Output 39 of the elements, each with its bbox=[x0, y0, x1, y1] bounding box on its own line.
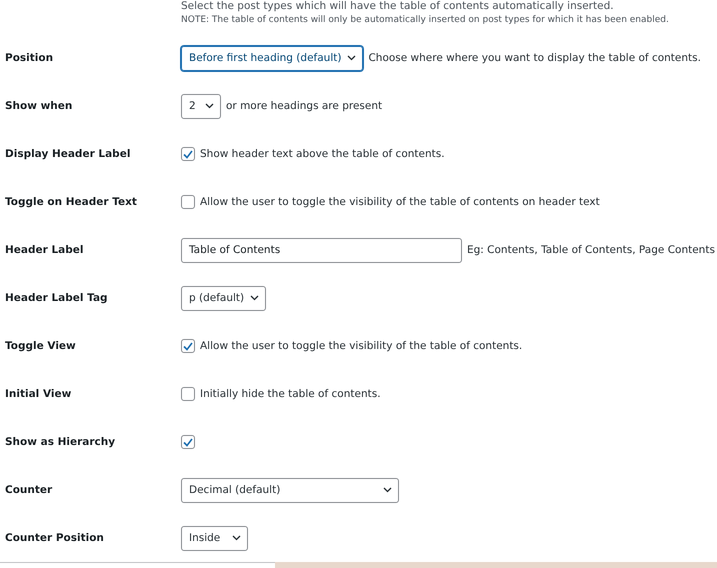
setting-label: Counter Position bbox=[4, 532, 105, 544]
select-dropdown[interactable]: 2 bbox=[181, 94, 221, 118]
checkmark-icon bbox=[183, 342, 193, 350]
checkbox[interactable] bbox=[181, 339, 195, 353]
note-text: NOTE: The table of contents will only be automatically inserted on post types for which it has been enabled. bbox=[181, 15, 670, 25]
input-field[interactable]: Table of Contents bbox=[181, 238, 462, 262]
setting-label: Display Header Label bbox=[4, 148, 132, 160]
help-text: Eg: Contents, Table of Contents, Page Contents bbox=[467, 244, 715, 256]
caret-icon bbox=[250, 295, 260, 301]
checkbox[interactable] bbox=[181, 435, 195, 449]
select-dropdown[interactable]: p (default) bbox=[181, 286, 266, 310]
caret-icon bbox=[383, 487, 392, 493]
help-text: Allow the user to toggle the visibility of the table of contents on header text bbox=[200, 196, 600, 208]
help-text: Show header text above the table of contents. bbox=[200, 148, 445, 160]
setting-label: Header Label Tag bbox=[4, 292, 109, 304]
caret-icon bbox=[205, 103, 214, 109]
setting-label: Toggle on Header Text bbox=[4, 196, 138, 208]
help-text: Choose where where you want to display the table of contents. bbox=[368, 52, 701, 64]
setting-label: Toggle View bbox=[4, 340, 77, 352]
help-text: or more headings are present bbox=[226, 100, 382, 112]
description-text: Select the post types which will have the table of contents automatically inserted. bbox=[181, 0, 615, 12]
checkbox[interactable] bbox=[181, 147, 195, 161]
caret-icon bbox=[232, 535, 241, 541]
setting-label: Initial View bbox=[4, 388, 72, 400]
help-text: Allow the user to toggle the visibility of the table of contents. bbox=[200, 340, 522, 352]
select-dropdown[interactable]: Before first heading (default) bbox=[181, 46, 364, 70]
checkbox[interactable] bbox=[181, 195, 195, 209]
checkmark-icon bbox=[183, 150, 193, 158]
checkmark-icon bbox=[183, 438, 193, 446]
help-text: Initially hide the table of contents. bbox=[200, 388, 381, 400]
setting-label: Show as Hierarchy bbox=[4, 436, 116, 448]
setting-label: Show when bbox=[4, 100, 74, 112]
caret-icon bbox=[347, 55, 356, 61]
setting-label: Position bbox=[4, 52, 54, 64]
checkbox[interactable] bbox=[181, 387, 195, 401]
select-dropdown[interactable]: Decimal (default) bbox=[181, 478, 399, 502]
setting-label: Counter bbox=[4, 484, 54, 496]
select-dropdown[interactable]: Inside bbox=[181, 526, 248, 550]
setting-label: Header Label bbox=[4, 244, 84, 256]
